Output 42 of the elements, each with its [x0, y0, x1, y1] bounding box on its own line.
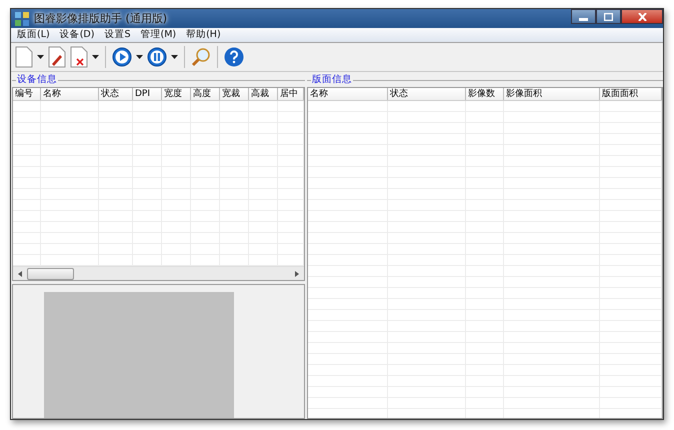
- minimize-button[interactable]: [571, 9, 596, 24]
- maximize-icon: [604, 12, 613, 20]
- column-header[interactable]: 宽度: [162, 88, 191, 100]
- column-header[interactable]: 宽裁: [220, 88, 249, 100]
- column-header[interactable]: 居中: [278, 88, 304, 100]
- column-header[interactable]: DPI: [133, 88, 162, 100]
- caret-icon[interactable]: [136, 55, 143, 59]
- app-icon: [14, 10, 30, 26]
- scroll-right-icon[interactable]: [295, 270, 299, 276]
- help-icon[interactable]: [224, 47, 244, 67]
- edit-document-icon[interactable]: [48, 46, 66, 68]
- maximize-button[interactable]: [596, 9, 621, 24]
- scrollbar-thumb[interactable]: [27, 268, 74, 280]
- column-header[interactable]: 版面面积: [600, 88, 662, 100]
- caret-icon[interactable]: [92, 55, 99, 59]
- menu-item[interactable]: 帮助(H): [182, 28, 227, 42]
- group-title: 版面信息: [311, 74, 353, 86]
- search-icon[interactable]: [191, 47, 211, 67]
- column-header[interactable]: 影像面积: [504, 88, 600, 100]
- column-header[interactable]: 名称: [41, 88, 99, 100]
- play-icon[interactable]: [112, 47, 132, 67]
- horizontal-scrollbar[interactable]: [13, 266, 304, 280]
- column-header[interactable]: 高裁: [249, 88, 278, 100]
- menu-item[interactable]: 设置S: [100, 28, 136, 42]
- column-header[interactable]: 影像数: [466, 88, 504, 100]
- caret-icon[interactable]: [37, 55, 44, 59]
- menu-item[interactable]: 设备(D): [56, 28, 100, 42]
- close-button[interactable]: [621, 9, 663, 24]
- menu-item[interactable]: 版面(L): [13, 28, 56, 42]
- column-header[interactable]: 高度: [191, 88, 220, 100]
- caret-icon[interactable]: [171, 55, 178, 59]
- close-icon: [638, 12, 646, 20]
- column-header[interactable]: 编号: [13, 88, 41, 100]
- window-title: 图睿影像排版助手 (通用版): [34, 11, 168, 26]
- group-title: 设备信息: [16, 74, 58, 86]
- column-header[interactable]: 状态: [99, 88, 133, 100]
- column-header[interactable]: 状态: [388, 88, 466, 100]
- column-header[interactable]: 名称: [308, 88, 388, 100]
- delete-document-icon[interactable]: [70, 46, 88, 68]
- menu-item[interactable]: 管理(M): [136, 28, 182, 42]
- pause-icon[interactable]: [147, 47, 167, 67]
- scroll-left-icon[interactable]: [18, 270, 22, 276]
